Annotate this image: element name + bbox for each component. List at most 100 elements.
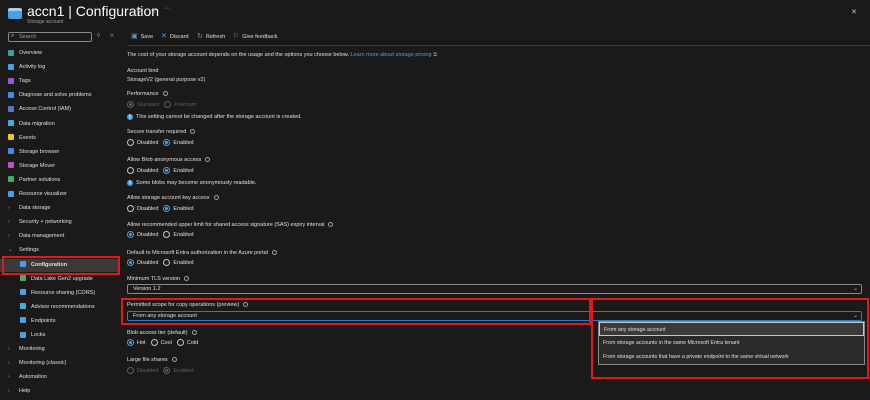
performance-info: i This setting cannot be changed after th…: [127, 114, 302, 120]
sidebar-item-automation[interactable]: › Automation: [0, 371, 120, 384]
collapse-sidebar-icon[interactable]: «: [110, 32, 114, 39]
discard-label: Discard: [169, 34, 189, 40]
settings-toggle-icon[interactable]: ◊: [97, 33, 100, 39]
info-circle-icon: [191, 330, 197, 336]
sidebar-item-activity-log[interactable]: Activity log: [0, 61, 120, 74]
chevron-right-icon: ›: [8, 388, 10, 395]
sidebar-item-storage-browser[interactable]: Storage browser: [0, 146, 120, 159]
activity-log-icon: [8, 63, 14, 70]
data-lake-icon: [20, 275, 26, 282]
feedback-icon: ⚐: [233, 33, 240, 40]
sidebar-item-partner-solutions[interactable]: Partner solutions: [0, 174, 120, 187]
radio-circle-icon: [163, 259, 171, 267]
close-icon[interactable]: ✕: [851, 8, 857, 16]
star-icon[interactable]: ☆: [150, 6, 157, 15]
sidebar-item-locks[interactable]: Locks: [0, 329, 120, 342]
blob-access-tier-default-label: Blob access tier (default): [127, 330, 197, 336]
advisor-icon: [20, 303, 26, 310]
refresh-button[interactable]: ↻ Refresh: [197, 33, 225, 41]
radio-enabled[interactable]: Enabled: [163, 231, 194, 240]
sidebar-item-tags[interactable]: Tags: [0, 75, 120, 88]
sidebar-item-diagnose-and-solve-problems[interactable]: Diagnose and solve problems: [0, 89, 120, 102]
sidebar-item-resource-visualizer[interactable]: Resource visualizer: [0, 188, 120, 201]
performance-label: Performance: [127, 91, 168, 97]
search-icon: ⌕: [11, 33, 15, 39]
secure-transfer-required-label: Secure transfer required: [127, 129, 196, 135]
chevron-down-icon: ⌄: [852, 286, 858, 292]
give-feedback-button[interactable]: ⚐ Give feedback: [233, 33, 277, 41]
chevron-right-icon: ›: [8, 374, 10, 381]
radio-label: Premium: [174, 102, 197, 108]
radio-hot[interactable]: Hot: [127, 339, 146, 348]
sidebar-item-data-migration[interactable]: Data migration: [0, 118, 120, 131]
radio-label: Cold: [186, 340, 199, 346]
save-button[interactable]: ▣ Save: [131, 33, 153, 41]
sidebar-item-help[interactable]: › Help: [0, 385, 120, 398]
radio-enabled[interactable]: Enabled: [163, 259, 194, 268]
radio-circle-icon: [163, 205, 171, 213]
radio-label: Enabled: [173, 368, 194, 374]
radio-disabled[interactable]: Disabled: [127, 231, 158, 240]
info-circle-icon: [213, 195, 219, 201]
pricing-link[interactable]: Learn more about storage pricing: [351, 52, 432, 58]
sidebar-item-advisor-recommendations[interactable]: Advisor recommendations: [0, 301, 120, 314]
secure-transfer-required-radio-group: Disabled Enabled: [127, 139, 199, 148]
refresh-icon: ↻: [197, 33, 203, 40]
radio-circle-icon: [127, 339, 134, 347]
radio-disabled[interactable]: Disabled: [127, 139, 158, 148]
sidebar-item-endpoints[interactable]: Endpoints: [0, 315, 120, 328]
radio-enabled[interactable]: Enabled: [163, 139, 194, 148]
feedback-label: Give feedback: [242, 34, 278, 40]
sidebar-item-security-networking[interactable]: › Security + networking: [0, 216, 120, 229]
radio-cold[interactable]: Cold: [176, 339, 199, 348]
info-circle-icon: [205, 157, 211, 163]
radio-cool[interactable]: Cool: [150, 339, 172, 348]
discard-button[interactable]: ✕ Discard: [161, 33, 189, 41]
radio-label: Disabled: [137, 168, 159, 174]
info-circle-icon: [190, 129, 196, 135]
save-icon: ▣: [131, 33, 138, 40]
info-circle-icon: [162, 91, 168, 97]
radio-enabled[interactable]: Enabled: [163, 205, 194, 214]
storage-account-icon: [8, 8, 22, 19]
radio-label: Enabled: [173, 140, 194, 146]
radio-disabled[interactable]: Disabled: [127, 205, 158, 214]
locks-icon: [20, 331, 26, 338]
sidebar-item-storage-mover[interactable]: Storage Mover: [0, 160, 120, 173]
radio-label: Disabled: [137, 206, 159, 212]
radio-label: Disabled: [137, 232, 159, 238]
info-circle-icon: [328, 222, 334, 228]
sidebar-item-label: Tags: [19, 78, 31, 85]
sidebar-item-data-storage[interactable]: › Data storage: [0, 202, 120, 215]
radio-disabled[interactable]: Disabled: [127, 259, 158, 268]
radio-standard: Standard: [127, 101, 159, 110]
account-kind-label: Account kind: [127, 68, 159, 74]
info-icon: i: [127, 180, 133, 186]
radio-label: Enabled: [173, 206, 194, 212]
radio-circle-icon: [150, 339, 158, 347]
sidebar-item-resource-sharing-cors[interactable]: Resource sharing (CORS): [0, 287, 120, 300]
radio-disabled[interactable]: Disabled: [127, 167, 158, 176]
search-input[interactable]: Search: [8, 32, 92, 42]
sidebar-item-monitoring[interactable]: › Monitoring: [0, 343, 120, 356]
radio-enabled[interactable]: Enabled: [163, 167, 194, 176]
radio-circle-icon: [176, 339, 184, 347]
sidebar-item-events[interactable]: Events: [0, 132, 120, 145]
chevron-right-icon: ›: [8, 219, 10, 226]
sidebar-item-data-management[interactable]: › Data management: [0, 230, 120, 243]
refresh-label: Refresh: [205, 34, 226, 40]
chevron-right-icon: ›: [8, 233, 10, 240]
radio-circle-icon: [163, 139, 171, 147]
sidebar-item-overview[interactable]: Overview: [0, 47, 120, 60]
pin-icon[interactable]: ⚲: [137, 7, 142, 15]
radio-label: Standard: [137, 102, 160, 108]
tls-version-dropdown[interactable]: Version 1.2 ⌄: [127, 284, 862, 294]
field-label: Default to Microsoft Entra authorization…: [127, 250, 268, 256]
sidebar-item-monitoring-classic[interactable]: › Monitoring (classic): [0, 357, 120, 370]
radio-circle-icon: [163, 231, 171, 239]
more-icon[interactable]: ···: [164, 5, 171, 12]
sidebar-item-access-control-iam[interactable]: Access Control (IAM): [0, 103, 120, 116]
info-circle-icon: [184, 276, 190, 282]
info-icon: i: [127, 114, 133, 120]
chevron-right-icon: ›: [8, 205, 10, 212]
